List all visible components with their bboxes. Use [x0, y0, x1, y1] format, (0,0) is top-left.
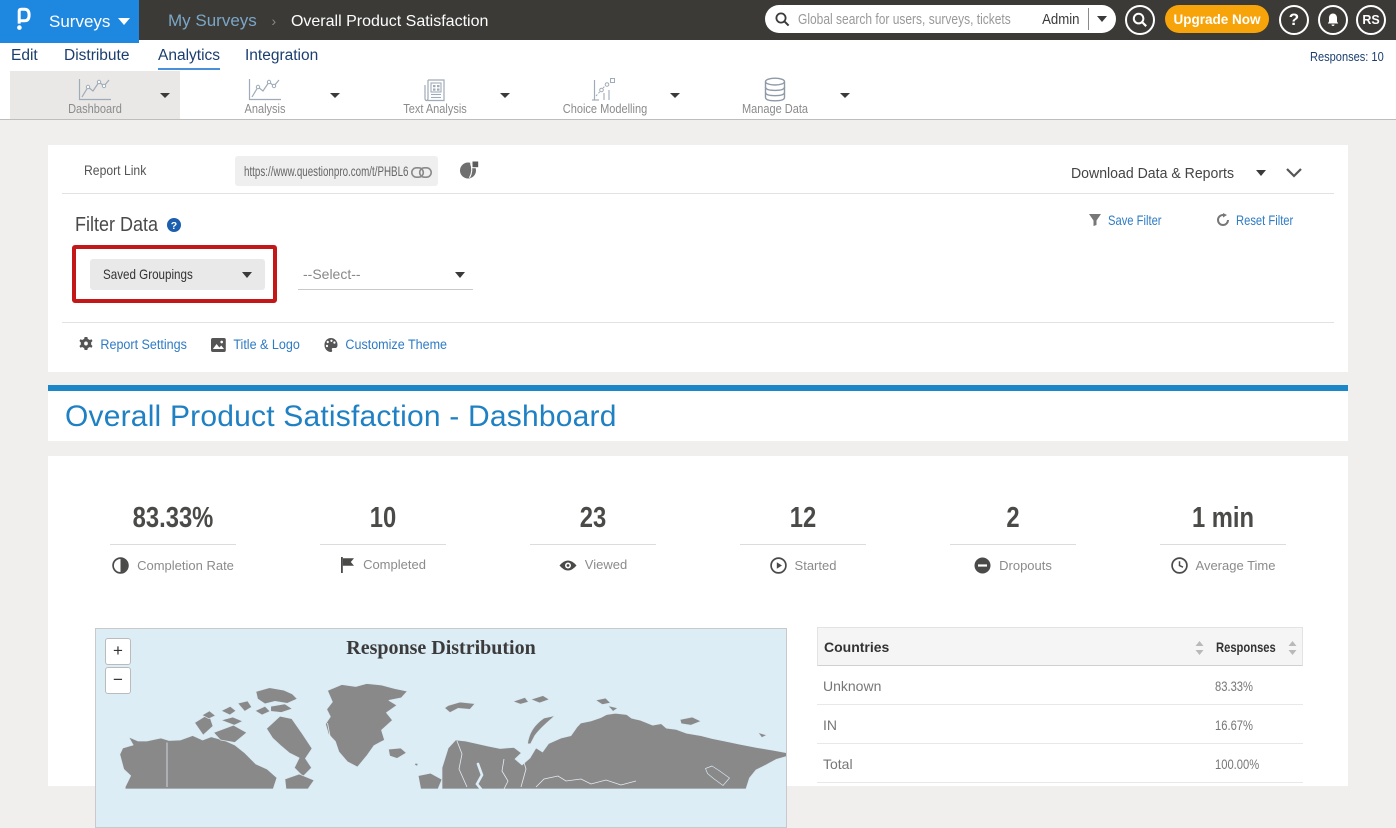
svg-text:?: ? — [171, 220, 177, 232]
